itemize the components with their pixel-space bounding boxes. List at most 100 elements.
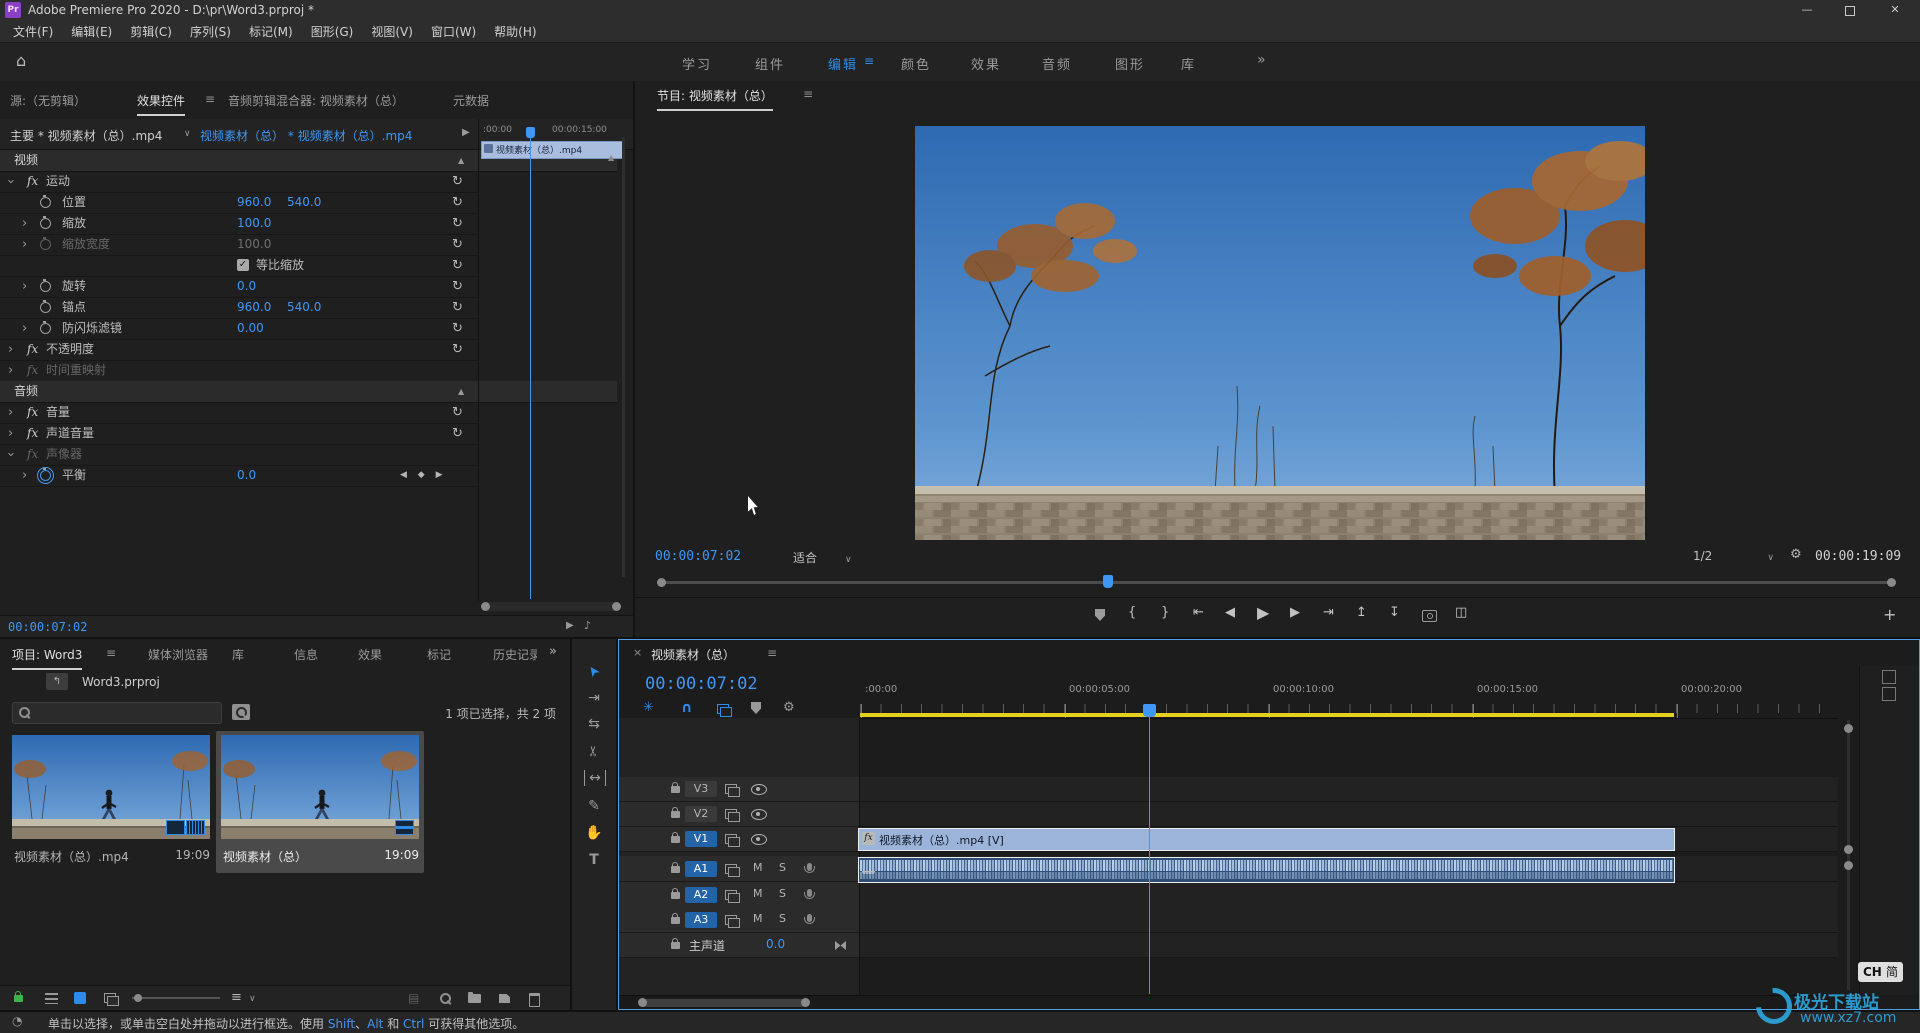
twirl-icon[interactable]: › bbox=[0, 179, 21, 184]
tab-项目: Word3[interactable]: 项目: Word3 bbox=[12, 646, 82, 663]
video-clip[interactable]: fx 视频素材（总）.mp4 [V] bbox=[858, 828, 1675, 851]
stopwatch-icon[interactable] bbox=[40, 281, 51, 292]
workspace-menu-icon[interactable]: ≡ bbox=[864, 54, 874, 68]
sort-chevron-icon[interactable]: ∨ bbox=[249, 994, 256, 1004]
ec-row-等比缩放[interactable]: ✓等比缩放↺ bbox=[0, 255, 478, 277]
workspace-tab-编辑[interactable]: 编辑 bbox=[828, 54, 858, 73]
project-writable-icon[interactable] bbox=[14, 995, 23, 1002]
ec-row-音量[interactable]: ›fx音量↺ bbox=[0, 402, 478, 424]
tab-库[interactable]: 库 bbox=[232, 646, 244, 663]
panel-menu-icon[interactable]: ≡ bbox=[106, 646, 116, 660]
mute-button[interactable]: M bbox=[753, 887, 763, 900]
reset-icon[interactable]: ↺ bbox=[452, 192, 463, 213]
program-playhead-handle[interactable] bbox=[1103, 575, 1113, 588]
ec-row-时间重映射[interactable]: ›fx时间重映射 bbox=[0, 360, 478, 382]
param-value[interactable]: 100.0 bbox=[237, 234, 271, 255]
tab-效果[interactable]: 效果 bbox=[358, 646, 382, 663]
track-target-A2[interactable]: A2 bbox=[685, 887, 717, 903]
master-track-header[interactable]: 主声道0.0 bbox=[619, 933, 859, 958]
timeline-settings-wrench-icon[interactable]: ⚙ bbox=[783, 700, 795, 715]
maximize-button[interactable] bbox=[1832, 0, 1866, 20]
new-bin-icon[interactable] bbox=[468, 994, 481, 1003]
close-button[interactable]: ✕ bbox=[1878, 0, 1912, 20]
param-value[interactable]: 540.0 bbox=[287, 192, 321, 213]
param-value[interactable]: 960.0 bbox=[237, 297, 271, 318]
freeform-view-icon[interactable] bbox=[104, 993, 116, 1003]
stopwatch-icon[interactable] bbox=[40, 470, 51, 481]
ec-row-旋转[interactable]: ›旋转0.0↺ bbox=[0, 276, 478, 298]
go-to-out-button[interactable]: ⇥ bbox=[1323, 605, 1334, 620]
param-value[interactable]: 100.0 bbox=[237, 213, 271, 234]
ec-row-声道音量[interactable]: ›fx声道音量↺ bbox=[0, 423, 478, 445]
selection-tool[interactable]: ➤ bbox=[575, 648, 613, 693]
reset-icon[interactable]: ↺ bbox=[452, 423, 463, 444]
ec-play-audio-icon[interactable]: ▶ bbox=[566, 620, 574, 631]
sync-lock-icon[interactable] bbox=[725, 890, 737, 900]
stopwatch-icon[interactable] bbox=[40, 218, 51, 229]
fx-icon[interactable]: fx bbox=[27, 339, 38, 360]
master-volume-value[interactable]: 0.0 bbox=[766, 937, 785, 951]
ec-section-音频[interactable]: 音频▲ bbox=[0, 381, 617, 403]
track-lane-A3[interactable] bbox=[860, 907, 1838, 933]
ec-row-缩放[interactable]: ›缩放100.0↺ bbox=[0, 213, 478, 235]
vscroll-handle[interactable] bbox=[1844, 724, 1853, 733]
track-target-A3[interactable]: A3 bbox=[685, 912, 717, 928]
hscroll-handle[interactable] bbox=[801, 998, 810, 1007]
workspace-tab-效果[interactable]: 效果 bbox=[971, 54, 1001, 73]
step-forward-button[interactable]: ▶ bbox=[1290, 605, 1300, 620]
list-view-icon[interactable] bbox=[45, 993, 58, 1004]
reset-icon[interactable]: ↺ bbox=[452, 234, 463, 255]
add-marker-button[interactable] bbox=[1095, 609, 1105, 621]
track-lock-icon[interactable] bbox=[671, 892, 680, 899]
master-track-lane[interactable] bbox=[860, 933, 1838, 958]
search-input[interactable] bbox=[12, 702, 222, 724]
solo-button[interactable]: S bbox=[779, 861, 786, 874]
tab-历史记录[interactable]: 历史记录 bbox=[493, 646, 537, 663]
ec-lane-scroll-up-icon[interactable]: ▲ bbox=[608, 153, 614, 162]
linked-selection-toggle-icon[interactable] bbox=[717, 704, 729, 714]
track-lock-icon[interactable] bbox=[671, 917, 680, 924]
track-target-V1[interactable]: V1 bbox=[685, 831, 717, 847]
param-value[interactable]: 0.0 bbox=[237, 276, 256, 297]
timeline-hscrollbar[interactable] bbox=[619, 995, 1859, 1010]
stopwatch-icon[interactable] bbox=[40, 323, 51, 334]
tab-源:（无剪辑）[interactable]: 源:（无剪辑） bbox=[10, 92, 86, 109]
twirl-icon[interactable]: › bbox=[8, 360, 13, 381]
slip-tool[interactable]: ↔ bbox=[584, 770, 606, 786]
voiceover-mic-icon[interactable] bbox=[807, 914, 812, 922]
workspace-tab-学习[interactable]: 学习 bbox=[682, 54, 712, 73]
stopwatch-icon[interactable] bbox=[40, 197, 51, 208]
track-output-eye-icon[interactable] bbox=[751, 834, 767, 845]
timeline-vscrollbar[interactable] bbox=[1847, 720, 1850, 990]
sync-lock-icon[interactable] bbox=[725, 834, 737, 844]
sync-lock-icon[interactable] bbox=[725, 915, 737, 925]
track-lane-A2[interactable] bbox=[860, 882, 1838, 908]
reset-icon[interactable]: ↺ bbox=[452, 297, 463, 318]
twirl-icon[interactable]: › bbox=[8, 339, 13, 360]
voiceover-mic-icon[interactable] bbox=[807, 863, 812, 871]
track-lane-V3[interactable] bbox=[860, 777, 1838, 802]
snap-toggle-icon[interactable]: ∩ bbox=[681, 700, 692, 716]
program-scrub-bar[interactable] bbox=[660, 581, 1895, 584]
razor-tool[interactable]: ✂ bbox=[586, 729, 602, 773]
twirl-icon[interactable]: › bbox=[22, 213, 27, 234]
menu-窗口(W)[interactable]: 窗口(W) bbox=[431, 21, 476, 43]
ec-row-运动[interactable]: ›fx运动↺ bbox=[0, 171, 478, 193]
track-header-A1[interactable]: A1MS bbox=[619, 856, 859, 882]
track-header-V1[interactable]: V1 bbox=[619, 827, 859, 852]
keyframe-nav[interactable]: ◀ ◆ ▶ bbox=[400, 465, 447, 486]
home-icon[interactable]: ⌂ bbox=[16, 51, 26, 70]
param-value[interactable]: 960.0 bbox=[237, 192, 271, 213]
ec-vertical-scrollbar[interactable] bbox=[622, 137, 625, 577]
track-lock-icon[interactable] bbox=[671, 811, 680, 818]
tab-元数据[interactable]: 元数据 bbox=[453, 92, 489, 109]
thumbnail-zoom-slider[interactable] bbox=[132, 997, 220, 999]
fx-icon[interactable]: fx bbox=[27, 360, 38, 381]
fx-icon[interactable]: fx bbox=[27, 423, 38, 444]
breadcrumb-label[interactable]: Word3.prproj bbox=[82, 675, 160, 689]
stopwatch-icon[interactable] bbox=[40, 302, 51, 313]
stopwatch-icon[interactable] bbox=[40, 239, 51, 250]
keyframe-toggle-icon[interactable] bbox=[835, 941, 846, 950]
sync-lock-icon[interactable] bbox=[725, 784, 737, 794]
project-item-card[interactable] bbox=[221, 735, 419, 839]
